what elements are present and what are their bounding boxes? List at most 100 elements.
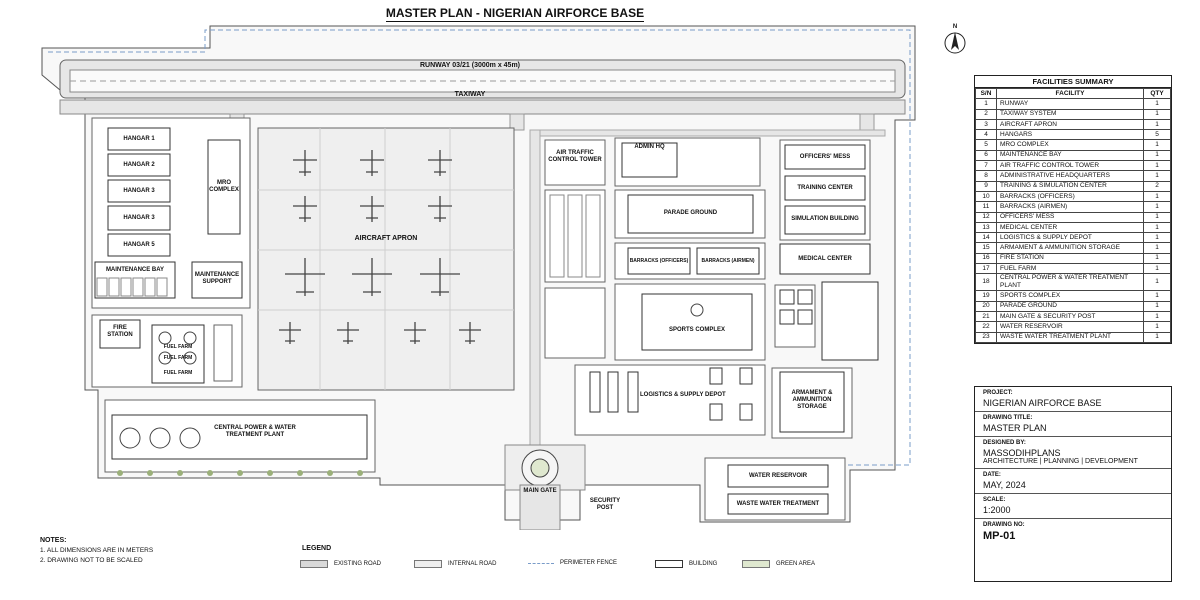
drawing-no-row: DRAWING NO: MP-01 [975, 519, 1171, 545]
summary-cell-sn: 19 [975, 290, 997, 302]
legend-heading: LEGEND [302, 545, 332, 552]
summary-cell-qty: 1 [1143, 263, 1171, 275]
summary-cell-facility: MAIN GATE & SECURITY POST [996, 310, 1144, 323]
waste-water-label: WASTE WATER TREATMENT [736, 501, 820, 507]
water-reservoir-label: WATER RESERVOIR [748, 473, 808, 479]
summary-cell-facility: MAINTENANCE BAY [996, 149, 1144, 162]
summary-cell-facility: AIRCRAFT APRON [996, 118, 1144, 131]
drawing-no-label: DRAWING NO: [983, 522, 1025, 528]
summary-cell-facility: SPORTS COMPLEX [996, 290, 1144, 302]
legend-swatch [655, 560, 683, 568]
summary-cell-sn: 22 [975, 321, 997, 333]
summary-cell-sn: 17 [975, 263, 997, 275]
summary-cell-sn: 1 [975, 98, 997, 110]
summary-cell-qty: 1 [1143, 211, 1171, 223]
drawing-title-value: MASTER PLAN [983, 423, 1047, 433]
col-facility: FACILITY [996, 87, 1144, 100]
summary-cell-sn: 23 [975, 331, 997, 343]
summary-cell-sn: 8 [975, 170, 997, 182]
legend-swatch [300, 560, 328, 568]
summary-cell-facility: TAXIWAY SYSTEM [996, 108, 1144, 120]
summary-cell-qty: 1 [1143, 290, 1171, 302]
note-item: 2. DRAWING NOT TO BE SCALED [40, 557, 143, 564]
barracks-airmen-label: BARRACKS (AIRMEN) [701, 258, 755, 264]
summary-row: 15 ARMAMENT & AMMUNITION STORAGE 1 [975, 242, 1171, 254]
summary-cell-qty: 1 [1143, 331, 1171, 343]
parade-ground-label: PARADE GROUND [663, 210, 718, 216]
summary-cell-sn: 3 [975, 118, 997, 131]
summary-row: 16 FIRE STATION 1 [975, 252, 1171, 265]
scale-value: 1:2000 [983, 505, 1011, 515]
fuel-farm-3-label: FUEL FARM [163, 370, 193, 376]
drawing-title-row: DRAWING TITLE: MASTER PLAN [975, 412, 1171, 437]
legend-item-green-area: GREEN AREA [742, 560, 815, 568]
barracks-officers-label: BARRACKS (OFFICERS) [629, 258, 689, 264]
fuel-farm-2-label: FUEL FARM [163, 355, 193, 361]
legend-item-building: BUILDING [655, 560, 717, 568]
hangar-5-label: HANGAR 5 [123, 242, 155, 248]
summary-heading: FACILITIES SUMMARY [975, 76, 1171, 88]
summary-row: 14 LOGISTICS & SUPPLY DEPOT 1 [975, 232, 1171, 244]
summary-cell-sn: 15 [975, 242, 997, 254]
summary-cell-facility: WATER RESERVOIR [996, 321, 1144, 333]
scale-label: SCALE: [983, 497, 1006, 503]
main-gate-label: MAIN GATE [523, 488, 557, 494]
summary-cell-facility: BARRACKS (OFFICERS) [996, 190, 1144, 203]
mro-complex-label: MRO COMPLEX [209, 180, 239, 193]
summary-cell-qty: 1 [1143, 190, 1171, 203]
summary-cell-qty: 1 [1143, 108, 1171, 120]
summary-row: 6 MAINTENANCE BAY 1 [975, 149, 1171, 162]
summary-cell-qty: 1 [1143, 300, 1171, 312]
summary-cell-qty: 1 [1143, 252, 1171, 265]
summary-cell-facility: FIRE STATION [996, 252, 1144, 265]
fuel-farm-1-label: FUEL FARM [163, 344, 193, 350]
armament-storage-label: ARMAMENT & AMMUNITION STORAGE [791, 390, 833, 410]
summary-row: 17 FUEL FARM 1 [975, 263, 1171, 275]
security-post-label: SECURITY POST [589, 498, 621, 511]
legend-item-perimeter-fence: PERIMETER FENCE [528, 560, 617, 566]
summary-cell-qty: 5 [1143, 129, 1171, 141]
drawing-title-label: DRAWING TITLE: [983, 415, 1033, 421]
summary-row: 5 MRO COMPLEX 1 [975, 139, 1171, 151]
designed-by-row: DESIGNED BY: MASSODIHPLANS ARCHITECTURE … [975, 437, 1171, 469]
scale-row: SCALE: 1:2000 [975, 494, 1171, 519]
summary-cell-sn: 18 [975, 273, 997, 292]
summary-cell-facility: FUEL FARM [996, 263, 1144, 275]
summary-row: 10 BARRACKS (OFFICERS) 1 [975, 190, 1171, 203]
summary-row: 3 AIRCRAFT APRON 1 [975, 118, 1171, 131]
summary-table: S/N FACILITY QTY 1 RUNWAY 1 2 TAXIWAY SYSTEM… [975, 87, 1171, 343]
summary-cell-sn: 11 [975, 201, 997, 213]
summary-cell-qty: 2 [1143, 180, 1171, 192]
fire-station-label: FIRE STATION [107, 325, 133, 338]
maintenance-bay-label: MAINTENANCE BAY [105, 267, 165, 273]
summary-cell-qty: 1 [1143, 310, 1171, 323]
site-plan [41, 25, 916, 530]
legend-item-existing-road: EXISTING ROAD [300, 560, 381, 568]
training-center-label: TRAINING CENTER [797, 185, 853, 191]
summary-cell-qty: 1 [1143, 139, 1171, 151]
summary-cell-facility: TRAINING & SIMULATION CENTER [996, 180, 1144, 192]
summary-cell-sn: 21 [975, 310, 997, 323]
hangar-3a-label: HANGAR 3 [123, 188, 155, 194]
notes: NOTES: 1. ALL DIMENSIONS ARE IN METERS 2… [40, 536, 153, 566]
sports-complex-label: SPORTS COMPLEX [668, 327, 725, 333]
summary-cell-facility: MRO COMPLEX [996, 139, 1144, 151]
summary-row: 20 PARADE GROUND 1 [975, 300, 1171, 312]
summary-row: 8 ADMINISTRATIVE HEADQUARTERS 1 [975, 170, 1171, 182]
drawing-no-value: MP-01 [983, 530, 1016, 542]
summary-cell-sn: 20 [975, 300, 997, 312]
summary-cell-facility: ADMINISTRATIVE HEADQUARTERS [996, 170, 1144, 182]
taxiway [59, 99, 906, 115]
designer-name: MASSODIHPLANS [983, 448, 1061, 458]
hangar-2-label: HANGAR 2 [123, 162, 155, 168]
summary-cell-sn: 9 [975, 180, 997, 192]
note-item: 1. ALL DIMENSIONS ARE IN METERS [40, 547, 154, 554]
project-row: PROJECT: NIGERIAN AIRFORCE BASE [975, 387, 1171, 412]
summary-cell-qty: 1 [1143, 273, 1171, 292]
simulation-building-label: SIMULATION BUILDING [791, 216, 859, 222]
date-label: DATE: [983, 472, 1001, 478]
hangar-3b-label: HANGAR 3 [123, 215, 155, 221]
legend-swatch [528, 562, 554, 564]
project-value: NIGERIAN AIRFORCE BASE [983, 398, 1102, 408]
summary-cell-qty: 1 [1143, 321, 1171, 333]
